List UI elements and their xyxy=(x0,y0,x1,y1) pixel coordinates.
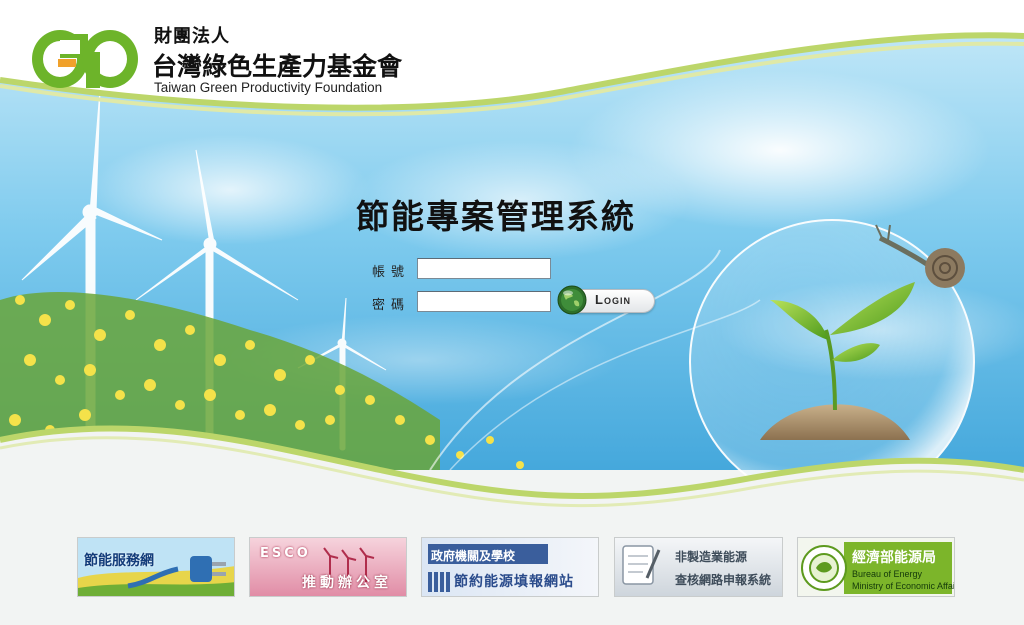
password-input[interactable] xyxy=(417,291,551,312)
password-label: 密碼 xyxy=(372,298,411,313)
login-button-label: Login xyxy=(595,292,631,307)
login-button[interactable]: Login xyxy=(557,285,655,315)
banner-non-manufacturing-label: 非製造業能源 xyxy=(675,550,748,564)
banner-bureau-label: 經濟部能源局 xyxy=(852,550,936,566)
banner-gov-school-energy-report[interactable]: 政府機關及學校 節約能源填報網站 xyxy=(421,537,599,597)
banner-esco-office-label: 推動辦公室 xyxy=(302,575,392,591)
org-name-line1: 財團法人 xyxy=(154,26,230,47)
banner-esco-label: ESCO xyxy=(260,546,311,561)
org-name-english: Taiwan Green Productivity Foundation xyxy=(154,80,383,95)
login-page: 財團法人 台灣綠色生產力基金會 Taiwan Green Productivit… xyxy=(0,0,1024,625)
globe-icon xyxy=(557,285,587,315)
banner-esco-office[interactable]: ESCO 推動辦公室 xyxy=(249,537,407,597)
gp-logo-icon xyxy=(32,30,138,88)
username-label: 帳號 xyxy=(372,265,411,280)
banner-bureau-of-energy[interactable]: 經濟部能源局 Bureau of Energy Ministry of Econ… xyxy=(797,537,955,597)
banner-gov-school-label: 政府機關及學校 xyxy=(431,549,516,563)
banner-energy-service-label: 節能服務網 xyxy=(84,553,154,569)
org-name: 台灣綠色生產力基金會 xyxy=(152,52,403,81)
banner-bureau-en-line2: Ministry of Economic Affairs xyxy=(852,581,955,591)
username-input[interactable] xyxy=(417,258,551,279)
clipboard-icon xyxy=(615,538,782,596)
banner-audit-system-label: 查核網路申報系統 xyxy=(675,573,772,587)
banner-bureau-en-line1: Bureau of Energy xyxy=(852,569,923,579)
banner-energy-service-network[interactable]: 節能服務網 xyxy=(77,537,235,597)
banner-energy-report-label: 節約能源填報網站 xyxy=(454,574,574,590)
banner-non-manufacturing-audit[interactable]: 非製造業能源 查核網路申報系統 xyxy=(614,537,783,597)
system-title: 節能專案管理系統 xyxy=(356,197,636,236)
